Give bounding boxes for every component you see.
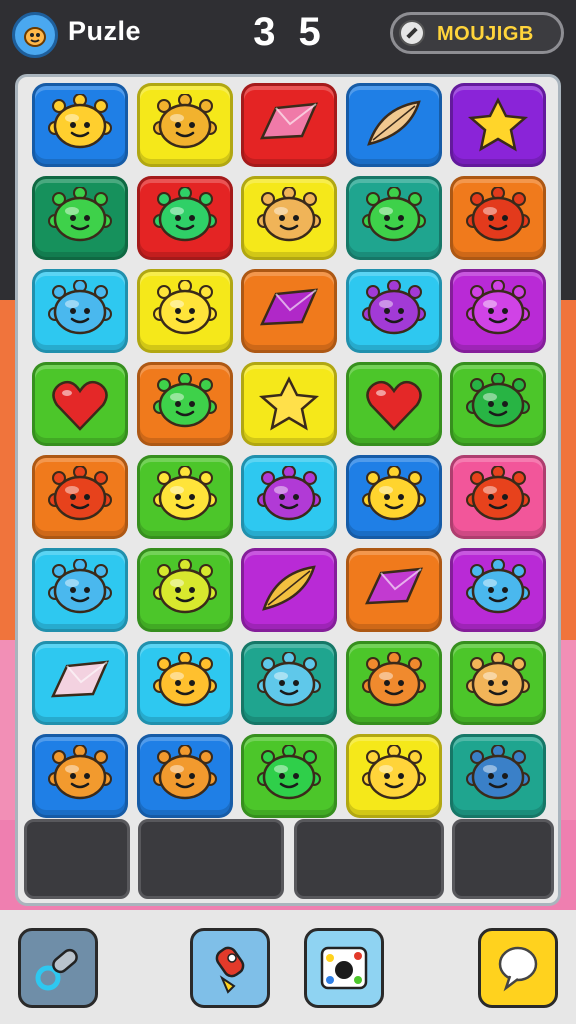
- board-tile[interactable]: [345, 83, 442, 167]
- speech-bubble-button[interactable]: [478, 928, 558, 1008]
- board-tile[interactable]: [450, 548, 546, 632]
- board-tile[interactable]: [241, 269, 337, 353]
- board-tile[interactable]: [345, 641, 442, 725]
- rocket-button[interactable]: [190, 928, 270, 1008]
- mode-label: MOUJIGB: [437, 23, 534, 45]
- board-tile[interactable]: [136, 269, 233, 353]
- board-tile[interactable]: [241, 548, 337, 632]
- board-tile[interactable]: [450, 83, 546, 167]
- board-tile[interactable]: [345, 269, 442, 353]
- board-tile[interactable]: [32, 641, 128, 725]
- board-tile[interactable]: [450, 455, 546, 539]
- board-tile[interactable]: [450, 362, 546, 446]
- board-tile[interactable]: [32, 362, 128, 446]
- board-tile[interactable]: [136, 548, 233, 632]
- speech-bubble-icon: [490, 940, 546, 1001]
- board-tile[interactable]: [241, 641, 337, 725]
- board-tile[interactable]: [136, 176, 233, 260]
- board-tile[interactable]: [32, 455, 128, 539]
- empty-slot[interactable]: [138, 819, 284, 899]
- camera-dots-icon: [316, 940, 372, 1001]
- board-tile[interactable]: [32, 176, 128, 260]
- app-title: Puzle: [68, 16, 142, 46]
- empty-slot[interactable]: [452, 819, 554, 899]
- mode-button[interactable]: MOUJIGB: [390, 12, 564, 54]
- board-tile[interactable]: [136, 83, 233, 167]
- top-bar: Puzle 3 5 MOUJIGB: [0, 0, 576, 66]
- board-tile[interactable]: [136, 455, 233, 539]
- score-counter: 3 5: [253, 10, 327, 54]
- board-tile[interactable]: [241, 734, 337, 818]
- board-tile[interactable]: [32, 269, 128, 353]
- empty-slot[interactable]: [24, 819, 130, 899]
- bullet-ring-button[interactable]: [18, 928, 98, 1008]
- board-tile[interactable]: [241, 362, 337, 446]
- board-tile[interactable]: [345, 455, 442, 539]
- game-board: [15, 74, 561, 906]
- board-tile[interactable]: [345, 734, 442, 818]
- board-tile[interactable]: [32, 83, 128, 167]
- bottom-toolbar: [0, 910, 576, 1024]
- board-tile[interactable]: [345, 548, 442, 632]
- board-tile[interactable]: [32, 734, 128, 818]
- board-tile[interactable]: [450, 176, 546, 260]
- board-tile[interactable]: [450, 734, 546, 818]
- camera-dots-button[interactable]: [304, 928, 384, 1008]
- pen-icon: [399, 20, 425, 46]
- board-tile[interactable]: [450, 641, 546, 725]
- creature-logo-icon[interactable]: [12, 12, 58, 58]
- board-tile[interactable]: [32, 548, 128, 632]
- board-tile[interactable]: [241, 83, 337, 167]
- empty-slot[interactable]: [294, 819, 444, 899]
- board-tile[interactable]: [136, 734, 233, 818]
- board-tile[interactable]: [345, 176, 442, 260]
- board-tile[interactable]: [345, 362, 442, 446]
- rocket-icon: [202, 940, 258, 1001]
- board-tile[interactable]: [136, 641, 233, 725]
- board-tile[interactable]: [136, 362, 233, 446]
- bullet-ring-icon: [30, 940, 86, 1001]
- board-tile[interactable]: [241, 455, 337, 539]
- board-tile[interactable]: [450, 269, 546, 353]
- board-tile[interactable]: [241, 176, 337, 260]
